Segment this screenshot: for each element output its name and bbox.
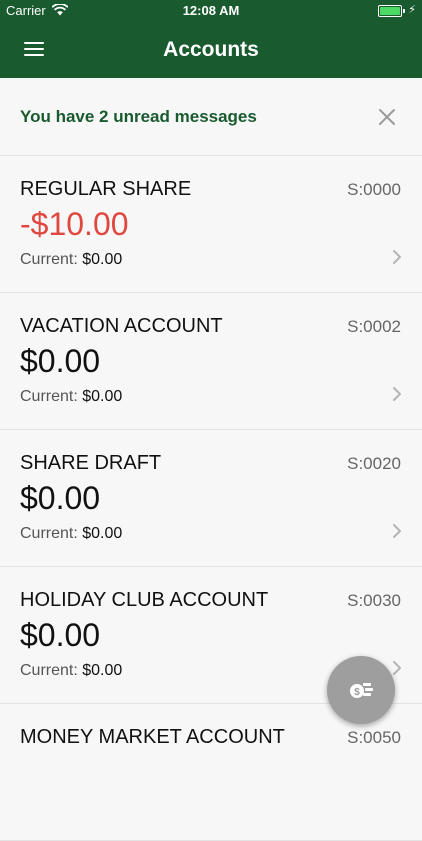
account-balance: $0.00 (20, 480, 101, 516)
chevron-right-icon[interactable] (392, 249, 402, 265)
battery-icon (378, 5, 405, 17)
status-bar: Carrier 12:08 AM ⚡ (0, 0, 422, 22)
chevron-right-icon[interactable] (392, 386, 402, 402)
account-number: S:0002 (347, 317, 401, 336)
current-balance: Current: $0.00 (20, 662, 122, 680)
page-title: Accounts (163, 38, 259, 61)
current-label: Current: (20, 662, 78, 679)
account-row[interactable]: VACATION ACCOUNT S:0002 $0.00 Current: $… (0, 293, 422, 430)
current-value: $0.00 (82, 662, 123, 679)
unread-messages-text[interactable]: You have 2 unread messages (20, 107, 257, 127)
account-row[interactable]: REGULAR SHARE S:0000 -$10.00 Current: $0… (0, 156, 422, 293)
account-name: REGULAR SHARE (20, 178, 192, 200)
current-label: Current: (20, 525, 78, 542)
current-label: Current: (20, 251, 78, 268)
account-row[interactable]: SHARE DRAFT S:0020 $0.00 Current: $0.00 (0, 430, 422, 567)
account-balance: -$10.00 (20, 206, 129, 242)
current-value: $0.00 (82, 251, 123, 268)
transfer-fab-button[interactable]: $ (327, 656, 395, 724)
account-number: S:0000 (347, 180, 401, 199)
chevron-right-icon[interactable] (392, 523, 402, 539)
app-header: Carrier 12:08 AM ⚡ Accounts (0, 0, 422, 78)
unread-messages-banner[interactable]: You have 2 unread messages (0, 78, 422, 156)
account-number: S:0020 (347, 454, 401, 473)
account-number: S:0030 (347, 591, 401, 610)
current-label: Current: (20, 388, 78, 405)
current-balance: Current: $0.00 (20, 525, 122, 543)
account-balance: $0.00 (20, 617, 101, 653)
accounts-list: REGULAR SHARE S:0000 -$10.00 Current: $0… (0, 156, 422, 841)
svg-text:$: $ (354, 687, 360, 698)
charging-icon: ⚡ (408, 4, 416, 16)
current-value: $0.00 (82, 525, 123, 542)
current-balance: Current: $0.00 (20, 251, 122, 269)
account-name: SHARE DRAFT (20, 452, 162, 474)
account-name: HOLIDAY CLUB ACCOUNT (20, 589, 269, 611)
money-transfer-icon: $ (350, 683, 373, 698)
account-number: S:0050 (347, 728, 401, 747)
chevron-right-icon[interactable] (392, 660, 402, 676)
account-balance: $0.00 (20, 343, 101, 379)
account-row[interactable]: MONEY MARKET ACCOUNT S:0050 (0, 704, 422, 841)
current-balance: Current: $0.00 (20, 388, 122, 406)
account-name: MONEY MARKET ACCOUNT (20, 726, 285, 748)
close-icon[interactable] (378, 108, 396, 126)
account-name: VACATION ACCOUNT (20, 315, 223, 337)
current-value: $0.00 (82, 388, 123, 405)
clock: 12:08 AM (182, 3, 240, 18)
